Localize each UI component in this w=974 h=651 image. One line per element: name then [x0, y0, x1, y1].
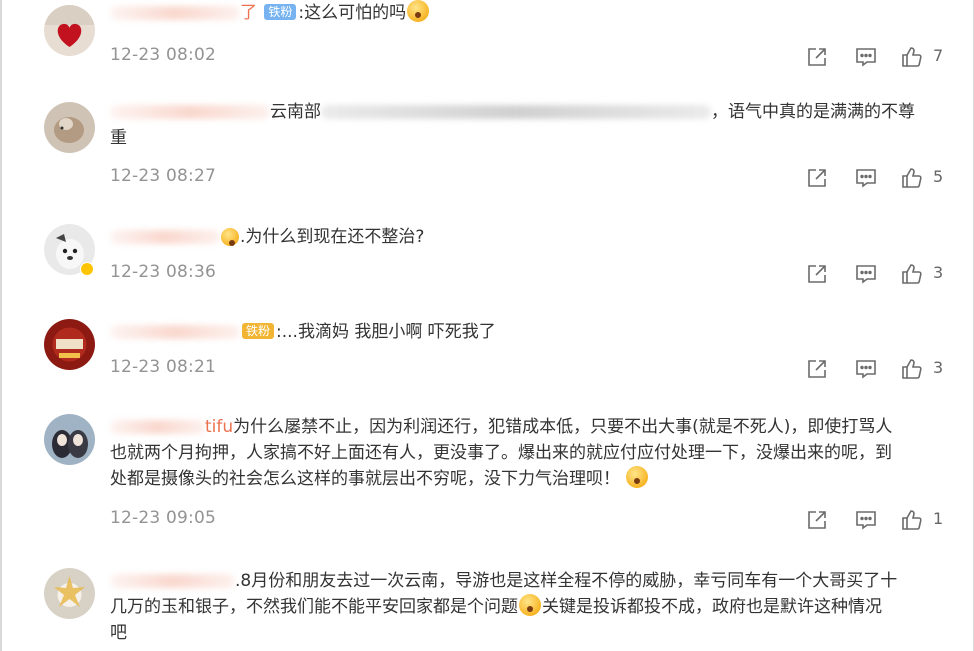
comment-time: 12-23 09:05: [110, 508, 216, 528]
comment-icon[interactable]: [854, 45, 878, 69]
comment-actions: 3: [803, 357, 953, 381]
comment-actions: 5: [803, 166, 953, 190]
like-icon[interactable]: [900, 166, 924, 190]
comment-text: :这么可怕的吗: [298, 3, 407, 23]
sweat-emoji-icon: [519, 594, 541, 616]
comment-text: :...我滴妈 我胆小啊 吓死我了: [276, 322, 496, 342]
comment-text-line: 关键是投诉都投不成，政府也是默许这种情况: [542, 597, 882, 617]
like-icon[interactable]: [900, 262, 924, 286]
comment-text-line: .8月份和朋友去过一次云南，导游也是这样全程不停的威胁，幸亏同车有一个大哥买了十: [235, 571, 898, 591]
username-blurred: [110, 574, 235, 588]
comment-text-part: 云南部: [270, 102, 321, 122]
like-count: 3: [933, 263, 944, 282]
share-icon[interactable]: [805, 262, 829, 286]
like-count: 3: [933, 358, 944, 377]
comment-text-line: 几万的玉和银子，不然我们能不能平安回家都是个问题: [110, 597, 518, 617]
comment-text-line: 吧: [110, 623, 127, 643]
comment-icon[interactable]: [854, 262, 878, 286]
window-border-left: [0, 0, 2, 651]
username-visible[interactable]: 了: [240, 3, 257, 23]
like-icon[interactable]: [900, 508, 924, 532]
avatar[interactable]: [44, 5, 95, 56]
username-visible[interactable]: tifu: [205, 417, 233, 437]
emoji-icon: [221, 228, 239, 246]
comment-actions: 7: [803, 45, 953, 69]
text-blurred: [321, 105, 711, 119]
comment-icon[interactable]: [854, 357, 878, 381]
comment-text-part: ，语气中真的是满满的不尊: [711, 102, 915, 122]
avatar[interactable]: [44, 568, 95, 619]
comment-text-line: 也就两个月拘押，人家搞不好上面还有人，更没事了。爆出来的就应付应付处理一下，没爆…: [110, 443, 892, 463]
comment-actions: 3: [803, 262, 953, 286]
avatar[interactable]: [44, 102, 95, 153]
comment-icon[interactable]: [854, 508, 878, 532]
shocked-emoji-icon: [407, 0, 430, 22]
like-count: 5: [933, 167, 944, 186]
verified-badge-icon: [80, 262, 94, 276]
avatar[interactable]: [44, 414, 95, 465]
comment-text-line: 处都是摄像头的社会怎么这样的事就层出不穷呢，没下力气治理呗！: [110, 469, 620, 489]
username-blurred: [110, 6, 240, 20]
comment-time: 12-23 08:27: [110, 166, 216, 186]
like-icon[interactable]: [900, 45, 924, 69]
username-blurred: [110, 105, 270, 119]
like-icon[interactable]: [900, 357, 924, 381]
fan-badge: 铁粉: [242, 323, 275, 339]
username-blurred: [110, 230, 220, 244]
comment-time: 12-23 08:36: [110, 262, 216, 282]
share-icon[interactable]: [805, 166, 829, 190]
like-count: 1: [933, 509, 944, 528]
avatar[interactable]: [44, 319, 95, 370]
like-count: 7: [933, 46, 944, 65]
share-icon[interactable]: [805, 45, 829, 69]
comment-time: 12-23 08:21: [110, 357, 216, 377]
comment-text-line: 为什么屡禁不止，因为利润还行，犯错成本低，只要不出大事(就是不死人)，即使打骂人: [233, 417, 893, 437]
comment-icon[interactable]: [854, 166, 878, 190]
share-icon[interactable]: [805, 357, 829, 381]
username-blurred: [110, 420, 205, 434]
share-icon[interactable]: [805, 508, 829, 532]
comment-actions: 1: [803, 508, 953, 532]
fan-badge: 铁粉: [264, 4, 297, 20]
username-blurred: [110, 325, 240, 339]
comment-text-part: 重: [110, 128, 127, 148]
drooling-emoji-icon: [626, 466, 648, 488]
comment-time: 12-23 08:02: [110, 45, 216, 65]
comment-text: .为什么到现在还不整治?: [240, 227, 425, 247]
